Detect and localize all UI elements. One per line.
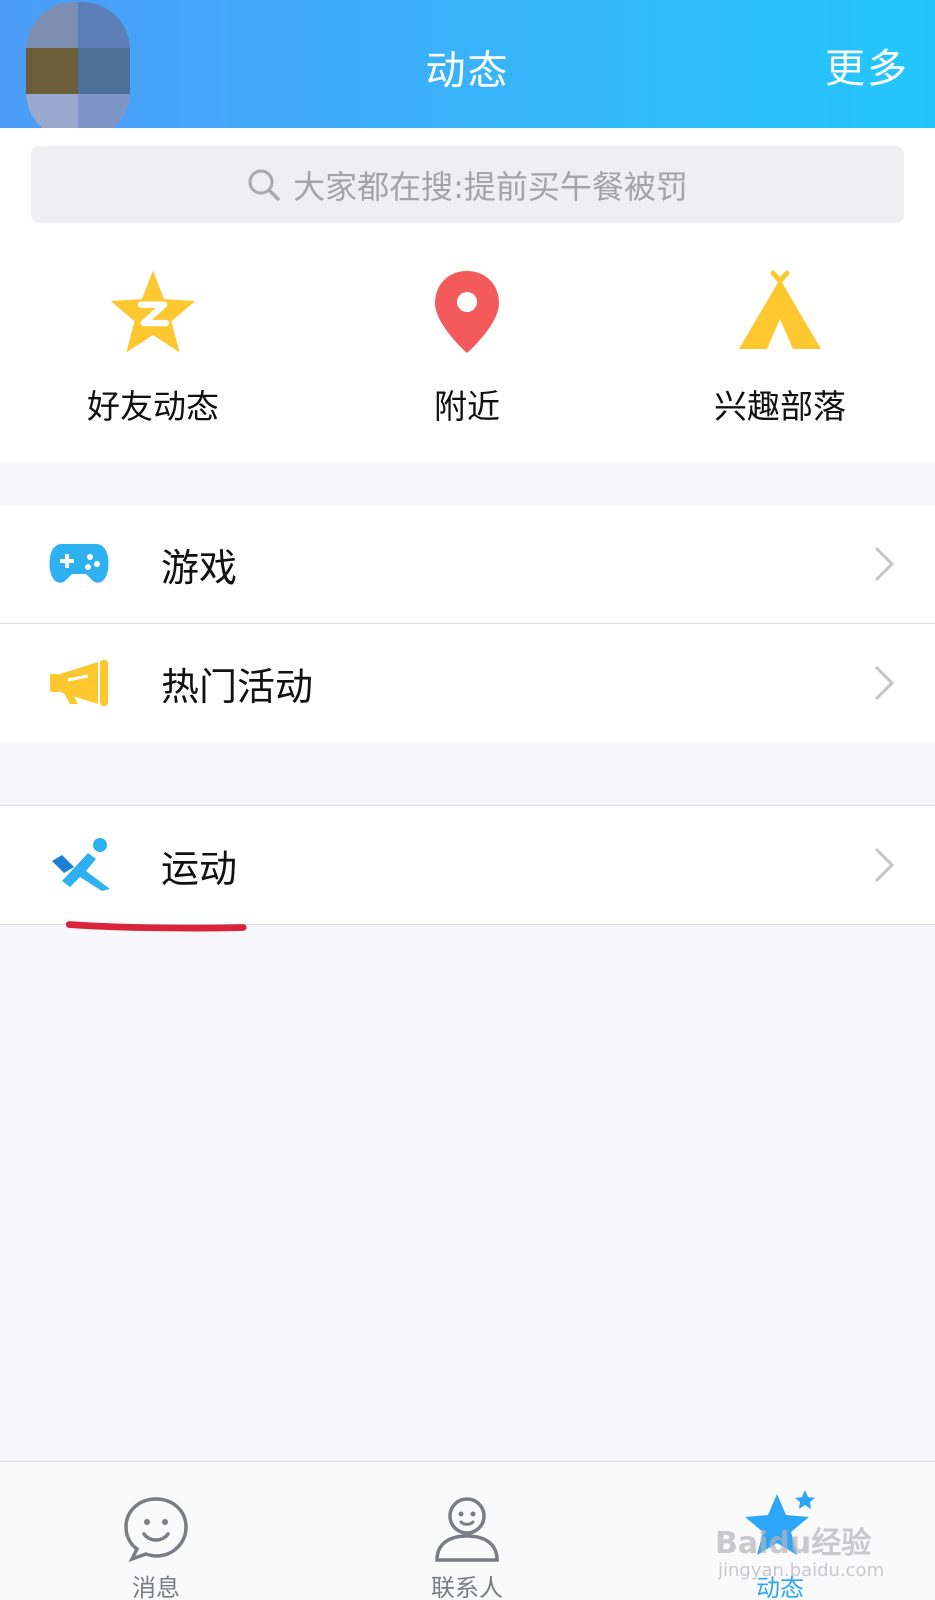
location-pin-icon [435, 271, 499, 353]
search-bar[interactable]: 大家都在搜:提前买午餐被罚 [31, 146, 904, 223]
annotation-underline [65, 921, 247, 932]
watermark-url: jingyan.baidu.com [718, 1560, 885, 1581]
tent-icon [739, 270, 821, 349]
tab-contacts[interactable]: 联系人 [367, 1462, 567, 1600]
top-bar: 动态 更多 [0, 0, 935, 140]
megaphone-icon [50, 660, 108, 706]
gamepad-icon [49, 544, 109, 583]
qzone-star-icon [110, 270, 196, 353]
shortcut-label: 兴趣部落 [714, 387, 846, 426]
tab-messages[interactable]: 消息 [56, 1462, 256, 1600]
more-button[interactable]: 更多 [825, 36, 909, 94]
contact-person-icon [435, 1497, 499, 1562]
list-item-label: 游戏 [161, 545, 238, 590]
tab-label: 消息 [132, 1574, 180, 1600]
shortcut-label: 附近 [434, 387, 500, 426]
shortcut-interest-tribe[interactable]: 兴趣部落 [660, 262, 900, 428]
list-item-sports[interactable]: 运动 [0, 806, 935, 924]
search-placeholder: 大家都在搜:提前买午餐被罚 [293, 167, 688, 206]
shortcut-nearby[interactable]: 附近 [347, 262, 587, 428]
chevron-right-icon [874, 665, 895, 701]
chat-smile-icon [124, 1497, 188, 1562]
watermark: Baidu经验 [715, 1526, 872, 1561]
running-icon [52, 838, 110, 891]
shortcut-friend-feed[interactable]: 好友动态 [33, 262, 273, 428]
list-item-label: 热门活动 [161, 664, 314, 709]
search-icon [248, 169, 280, 201]
chevron-right-icon [874, 546, 895, 582]
tab-label: 联系人 [431, 1574, 503, 1600]
shortcut-label: 好友动态 [87, 387, 219, 426]
chevron-right-icon [874, 847, 895, 883]
list-item-label: 运动 [161, 846, 238, 891]
page-title: 动态 [425, 48, 510, 94]
list-item-games[interactable]: 游戏 [0, 505, 935, 623]
list-item-hot-events[interactable]: 热门活动 [0, 624, 935, 742]
